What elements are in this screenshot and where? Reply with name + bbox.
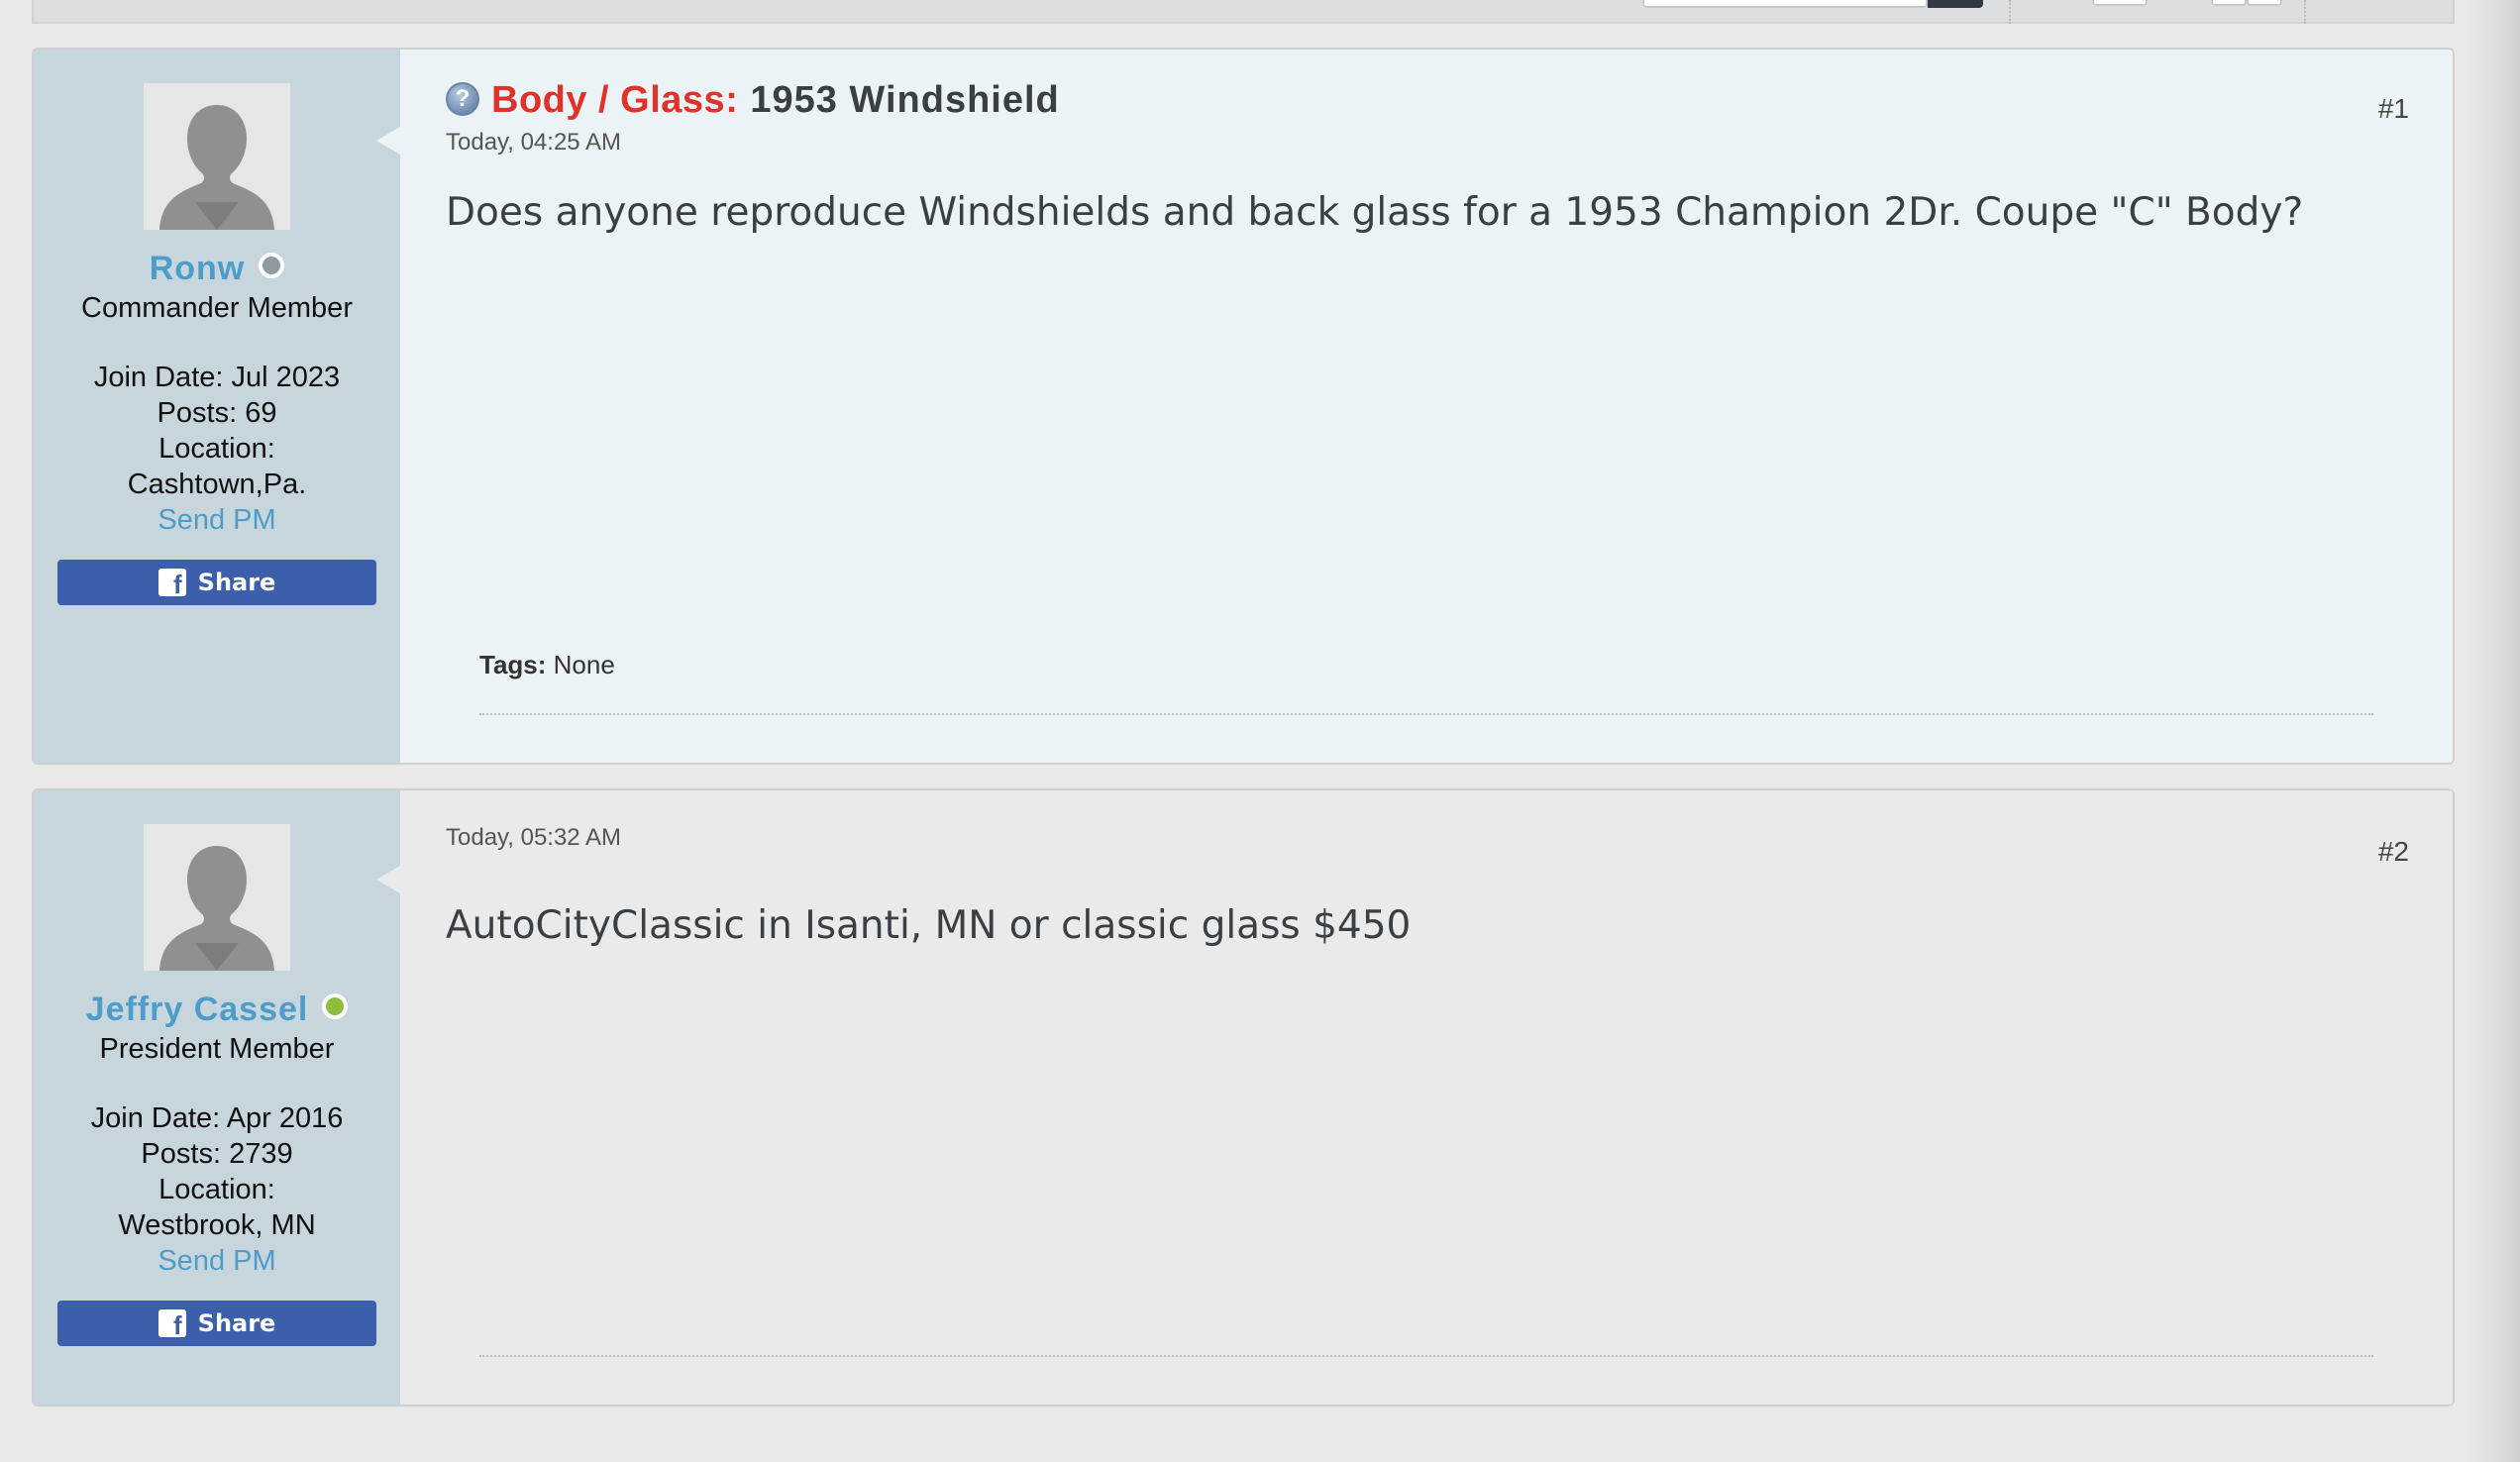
thread-prefix: Body / Glass:: [491, 79, 739, 121]
question-icon: ?: [446, 81, 479, 116]
post-userinfo: Ronw Commander Member Join Date: Jul 202…: [34, 50, 400, 763]
send-pm-link[interactable]: Send PM: [34, 1243, 400, 1279]
post-count: Posts: 2739: [141, 1138, 293, 1170]
post-count: Posts: 69: [157, 397, 277, 429]
toolbar-control[interactable]: [2211, 0, 2247, 6]
join-date: Join Date: Apr 2016: [90, 1102, 344, 1134]
user-avatar[interactable]: [144, 83, 290, 230]
tags-value: None: [553, 650, 615, 679]
post-counter-link[interactable]: #2: [2378, 836, 2409, 868]
post-counter-link[interactable]: #1: [2378, 93, 2409, 125]
post-content: AutoCityClassic in Isanti, MN or classic…: [446, 903, 1412, 948]
post-userinfo: Jeffry Cassel President Member Join Date…: [34, 790, 400, 1405]
post-tags: Tags: None: [479, 650, 615, 680]
thread-search-button[interactable]: [1928, 0, 1983, 8]
window-edge: [2467, 0, 2520, 1462]
facebook-share-button[interactable]: f Share: [57, 1301, 376, 1346]
toolbar-control[interactable]: [2247, 0, 2282, 6]
user-stats: Join Date: Apr 2016 Posts: 2739 Location…: [34, 1100, 400, 1279]
thread-toolbar: [32, 0, 2455, 24]
post-body: ? Body / Glass: 1953 Windshield Today, 0…: [400, 50, 2453, 763]
post-title: 1953 Windshield: [750, 79, 1060, 121]
location-value: Westbrook, MN: [118, 1209, 316, 1241]
post-date: Today, 04:25 AM: [446, 129, 621, 156]
post-date: Today, 05:32 AM: [446, 824, 621, 851]
join-date: Join Date: Jul 2023: [93, 362, 341, 393]
post-content: Does anyone reproduce Windshields and ba…: [446, 190, 2304, 235]
facebook-share-button[interactable]: f Share: [57, 560, 376, 605]
facebook-icon: f: [158, 569, 186, 596]
post-title-row: ? Body / Glass: 1953 Windshield: [446, 79, 1060, 122]
send-pm-link[interactable]: Send PM: [34, 502, 400, 538]
post-divider: [479, 1355, 2373, 1357]
user-avatar[interactable]: [144, 824, 290, 971]
location-label: Location:: [158, 1174, 275, 1205]
post-1: Ronw Commander Member Join Date: Jul 202…: [32, 48, 2455, 765]
default-avatar-icon: [144, 83, 290, 230]
tags-label: Tags:: [479, 650, 547, 679]
thread-page: Ronw Commander Member Join Date: Jul 202…: [0, 0, 2520, 1462]
post-2: Jeffry Cassel President Member Join Date…: [32, 788, 2455, 1407]
user-stats: Join Date: Jul 2023 Posts: 69 Location: …: [34, 360, 400, 538]
default-avatar-icon: [144, 824, 290, 971]
post-divider: [479, 713, 2373, 715]
user-rank: President Member: [99, 1033, 335, 1065]
toolbar-control[interactable]: [2092, 0, 2148, 6]
share-label: Share: [197, 569, 276, 596]
offline-status-icon: [259, 252, 285, 278]
location-value: Cashtown,Pa.: [127, 469, 307, 500]
username-link[interactable]: Jeffry Cassel: [86, 991, 309, 1029]
user-rank: Commander Member: [81, 292, 353, 324]
post-body: Today, 05:32 AM #2 AutoCityClassic in Is…: [400, 790, 2453, 1405]
location-label: Location:: [158, 433, 275, 465]
toolbar-divider: [2009, 0, 2011, 24]
share-label: Share: [197, 1309, 276, 1337]
online-status-icon: [322, 992, 349, 1019]
toolbar-divider: [2304, 0, 2306, 24]
facebook-icon: f: [158, 1309, 186, 1337]
username-link[interactable]: Ronw: [150, 250, 246, 288]
thread-search-input[interactable]: [1642, 0, 1928, 8]
